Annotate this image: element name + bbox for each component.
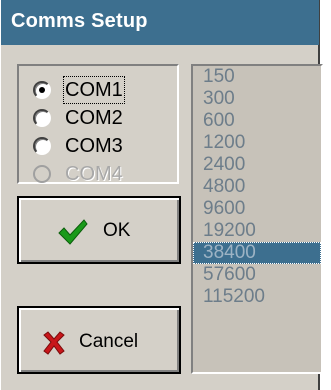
ok-label: OK (103, 220, 131, 241)
window-title: Comms Setup (11, 10, 148, 32)
list-item[interactable]: 600 (193, 110, 321, 132)
list-item[interactable]: 4800 (193, 176, 321, 198)
list-item-selected[interactable]: 38400 (193, 242, 321, 264)
list-item[interactable]: 57600 (193, 264, 321, 286)
list-item[interactable]: 19200 (193, 220, 321, 242)
list-item[interactable]: 1200 (193, 132, 321, 154)
radio-label-com4: COM4 (65, 163, 123, 185)
checkmark-icon (57, 218, 89, 251)
list-item[interactable]: 9600 (193, 198, 321, 220)
ok-button[interactable]: OK (17, 196, 181, 264)
list-item[interactable]: 115200 (193, 286, 321, 308)
baud-rate-list[interactable]: 150 300 600 1200 2400 4800 9600 19200 38… (191, 64, 323, 374)
radio-dot (39, 87, 45, 93)
cancel-button[interactable]: Cancel (17, 306, 181, 374)
list-item[interactable]: 300 (193, 88, 321, 110)
radio-label-com1: COM1 (63, 76, 125, 104)
list-item[interactable]: 150 (193, 66, 321, 88)
port-group: COM1 COM2 COM3 COM4 (17, 64, 179, 185)
list-item[interactable]: 2400 (193, 154, 321, 176)
title-bar: Comms Setup (1, 0, 319, 45)
radio-indicator[interactable] (33, 109, 51, 127)
radio-indicator[interactable] (33, 137, 51, 155)
cancel-label: Cancel (79, 331, 139, 352)
radio-indicator[interactable] (33, 81, 51, 99)
radio-indicator (33, 165, 51, 183)
radio-label-com2: COM2 (65, 107, 123, 129)
comms-setup-dialog: Comms Setup COM1 COM2 COM3 COM4 OK Cance… (0, 0, 323, 390)
radio-label-com3: COM3 (65, 135, 123, 157)
cancel-x-icon (41, 330, 67, 361)
